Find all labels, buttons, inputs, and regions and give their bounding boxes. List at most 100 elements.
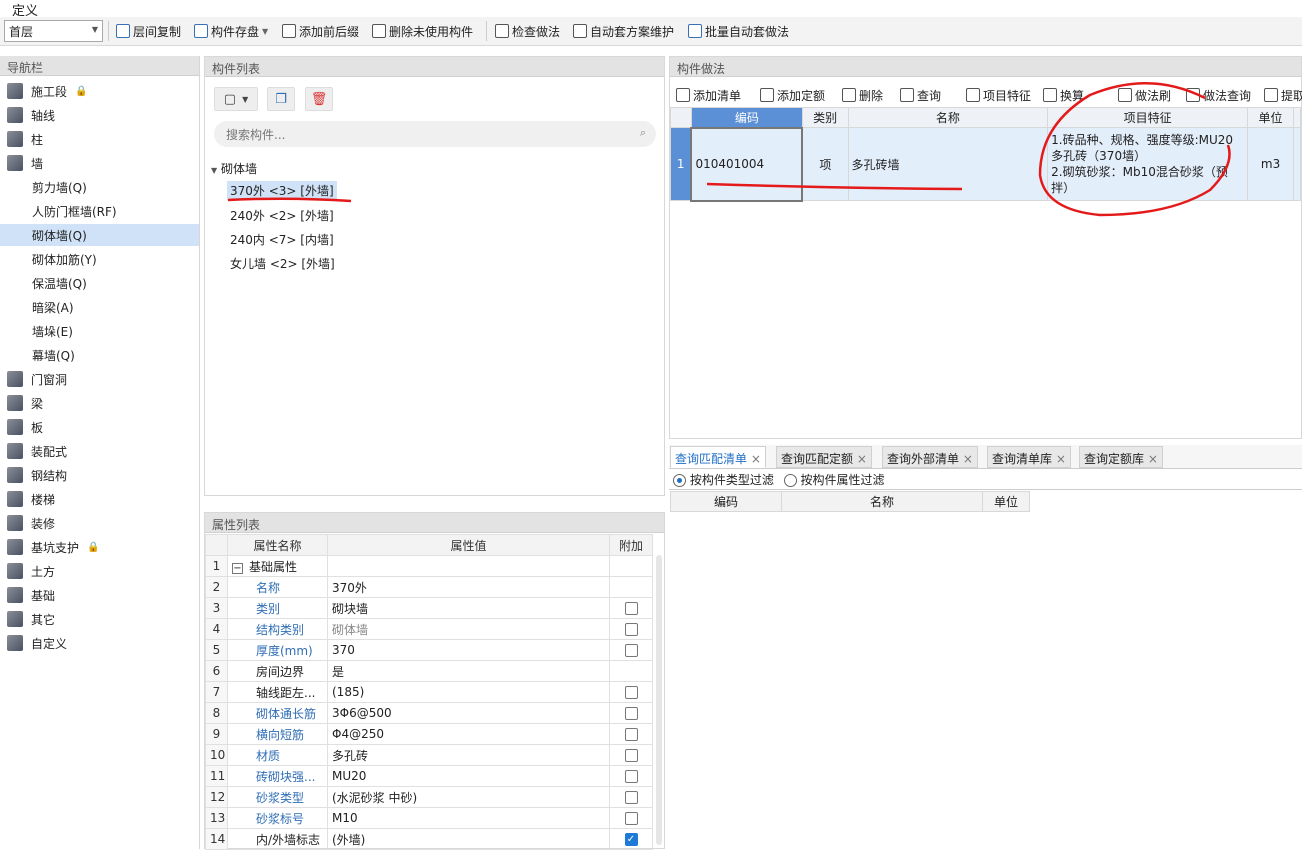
property-value[interactable]: M10 xyxy=(327,807,610,829)
nav-item[interactable]: 自定义 xyxy=(0,632,199,654)
feature-cell[interactable]: 1.砖品种、规格、强度等级:MU20多孔砖（370墙） 2.砌筑砂浆：Mb10混… xyxy=(1047,127,1249,201)
check-method-button[interactable]: 检查做法 xyxy=(495,22,560,40)
convert-button[interactable]: 换算 xyxy=(1043,86,1084,104)
auto-scheme-button[interactable]: 自动套方案维护 xyxy=(573,22,674,40)
add-list-button[interactable]: 添加清单 xyxy=(676,86,741,104)
nav-item[interactable]: 基础 xyxy=(0,584,199,606)
nav-item[interactable]: 门窗洞 xyxy=(0,368,199,390)
nav-item[interactable]: 墙 xyxy=(0,152,199,174)
nav-item[interactable]: 楼梯 xyxy=(0,488,199,510)
query-button[interactable]: 查询 xyxy=(900,86,941,104)
extra-checkbox[interactable] xyxy=(624,623,638,636)
extra-checkbox[interactable] xyxy=(624,791,638,804)
nav-item[interactable]: 人防门框墙(RF) xyxy=(0,200,199,222)
close-icon[interactable]: × xyxy=(747,452,761,466)
property-value[interactable]: 370外 xyxy=(327,576,610,598)
component-item[interactable]: 240外 <2> [外墙] xyxy=(230,207,334,224)
table-row[interactable]: 5 厚度(mm) 370 xyxy=(205,639,653,661)
nav-item[interactable]: 施工段 🔒 xyxy=(0,80,199,102)
scrollbar[interactable] xyxy=(656,555,662,845)
extra-checkbox[interactable] xyxy=(624,707,638,720)
table-row[interactable]: 1 010401004 项 多孔砖墙 1.砖品种、规格、强度等级:MU20多孔砖… xyxy=(670,126,1302,202)
col-header[interactable]: 名称 xyxy=(781,491,983,512)
property-value[interactable]: (外墙) xyxy=(327,828,610,850)
floor-select[interactable]: 首层 ▼ xyxy=(4,20,103,42)
delete-button[interactable]: 删除 xyxy=(842,86,883,104)
extra-checkbox[interactable] xyxy=(624,749,638,762)
col-header[interactable]: 名称 xyxy=(847,107,1049,128)
extra-checkbox[interactable] xyxy=(624,770,638,783)
property-value[interactable] xyxy=(327,555,610,577)
col-header-code[interactable]: 编码 xyxy=(690,107,803,128)
property-value[interactable]: 多孔砖 xyxy=(327,744,610,766)
feature-button[interactable]: 项目特征 xyxy=(966,86,1031,104)
nav-item[interactable]: 暗梁(A) xyxy=(0,296,199,318)
col-header[interactable]: 单位 xyxy=(1247,107,1294,128)
name-cell[interactable]: 多孔砖墙 xyxy=(847,127,1049,201)
property-value[interactable]: 是 xyxy=(327,660,610,682)
nav-item[interactable]: 基坑支护 🔒 xyxy=(0,536,199,558)
method-brush-button[interactable]: 做法刷 xyxy=(1118,86,1171,104)
close-icon[interactable]: × xyxy=(959,452,973,466)
delete-component-button[interactable]: 🗑 xyxy=(305,87,333,111)
nav-item[interactable]: 板 xyxy=(0,416,199,438)
unit-cell[interactable]: m3 xyxy=(1247,127,1294,201)
col-header[interactable]: 项目特征 xyxy=(1047,107,1249,128)
query-tab[interactable]: 查询定额库 × xyxy=(1079,446,1163,468)
table-row[interactable]: 9 横向短筋 Φ4@250 xyxy=(205,723,653,745)
extract-button[interactable]: 提取 xyxy=(1264,86,1302,104)
table-row[interactable]: 11 砖砌块强... MU20 xyxy=(205,765,653,787)
query-tab[interactable]: 查询匹配定额 × xyxy=(776,446,872,468)
query-tab[interactable]: 查询匹配清单 × xyxy=(670,446,766,468)
nav-item[interactable]: 砌体加筋(Y) xyxy=(0,248,199,270)
tree-group[interactable]: ▼ 砌体墙 xyxy=(211,160,257,177)
query-tab[interactable]: 查询外部清单 × xyxy=(882,446,978,468)
extra-checkbox[interactable]: ✓ xyxy=(624,833,638,846)
component-search-input[interactable]: 搜索构件... ⌕ xyxy=(214,121,656,147)
nav-item[interactable]: 剪力墙(Q) xyxy=(0,176,199,198)
type-cell[interactable]: 项 xyxy=(801,127,849,201)
nav-item[interactable]: 柱 xyxy=(0,128,199,150)
property-value[interactable]: 砌块墙 xyxy=(327,597,610,619)
extra-checkbox[interactable] xyxy=(624,644,638,657)
extra-checkbox[interactable] xyxy=(624,602,638,615)
col-header[interactable]: 类别 xyxy=(801,107,849,128)
property-value[interactable]: 3Φ6@500 xyxy=(327,702,610,724)
component-item[interactable]: 240内 <7> [内墙] xyxy=(230,231,334,248)
nav-item[interactable]: 砌体墙(Q) xyxy=(0,224,199,246)
delete-unused-button[interactable]: 删除未使用构件 xyxy=(372,22,473,40)
table-row[interactable]: 8 砌体通长筋 3Φ6@500 xyxy=(205,702,653,724)
copy-floor-button[interactable]: 层间复制 xyxy=(116,22,181,40)
add-prefix-suffix-button[interactable]: 添加前后缀 xyxy=(282,22,359,40)
query-tab[interactable]: 查询清单库 × xyxy=(987,446,1071,468)
table-row[interactable]: 6 房间边界 是 xyxy=(205,660,653,682)
nav-item[interactable]: 梁 xyxy=(0,392,199,414)
nav-item[interactable]: 装修 xyxy=(0,512,199,534)
copy-component-button[interactable]: ❐ xyxy=(267,87,295,111)
close-icon[interactable]: × xyxy=(853,452,867,466)
save-component-button[interactable]: 构件存盘 ▼ xyxy=(194,22,268,40)
extra-checkbox[interactable] xyxy=(624,686,638,699)
code-cell[interactable]: 010401004 xyxy=(690,126,804,202)
nav-item[interactable]: 装配式 xyxy=(0,440,199,462)
table-row[interactable]: 7 轴线距左... (185) xyxy=(205,681,653,703)
collapse-icon[interactable]: − xyxy=(232,562,243,574)
extra-checkbox[interactable] xyxy=(624,728,638,741)
table-row[interactable]: 13 砂浆标号 M10 xyxy=(205,807,653,829)
table-row[interactable]: 12 砂浆类型 (水泥砂浆 中砂) xyxy=(205,786,653,808)
nav-item[interactable]: 轴线 xyxy=(0,104,199,126)
nav-item[interactable]: 幕墙(Q) xyxy=(0,344,199,366)
add-quota-button[interactable]: 添加定额 xyxy=(760,86,825,104)
property-value[interactable]: 370 xyxy=(327,639,610,661)
method-query-button[interactable]: 做法查询 xyxy=(1186,86,1251,104)
property-value[interactable]: (185) xyxy=(327,681,610,703)
col-header[interactable]: 单位 xyxy=(982,491,1030,512)
table-row[interactable]: 14 内/外墙标志 (外墙) ✓ xyxy=(205,828,653,850)
component-item[interactable]: 370外 <3> [外墙] xyxy=(227,181,337,200)
nav-item[interactable]: 墙垛(E) xyxy=(0,320,199,342)
nav-item[interactable]: 其它 xyxy=(0,608,199,630)
batch-auto-button[interactable]: 批量自动套做法 xyxy=(688,22,789,40)
nav-item[interactable]: 土方 xyxy=(0,560,199,582)
property-value[interactable]: Φ4@250 xyxy=(327,723,610,745)
property-value[interactable]: (水泥砂浆 中砂) xyxy=(327,786,610,808)
